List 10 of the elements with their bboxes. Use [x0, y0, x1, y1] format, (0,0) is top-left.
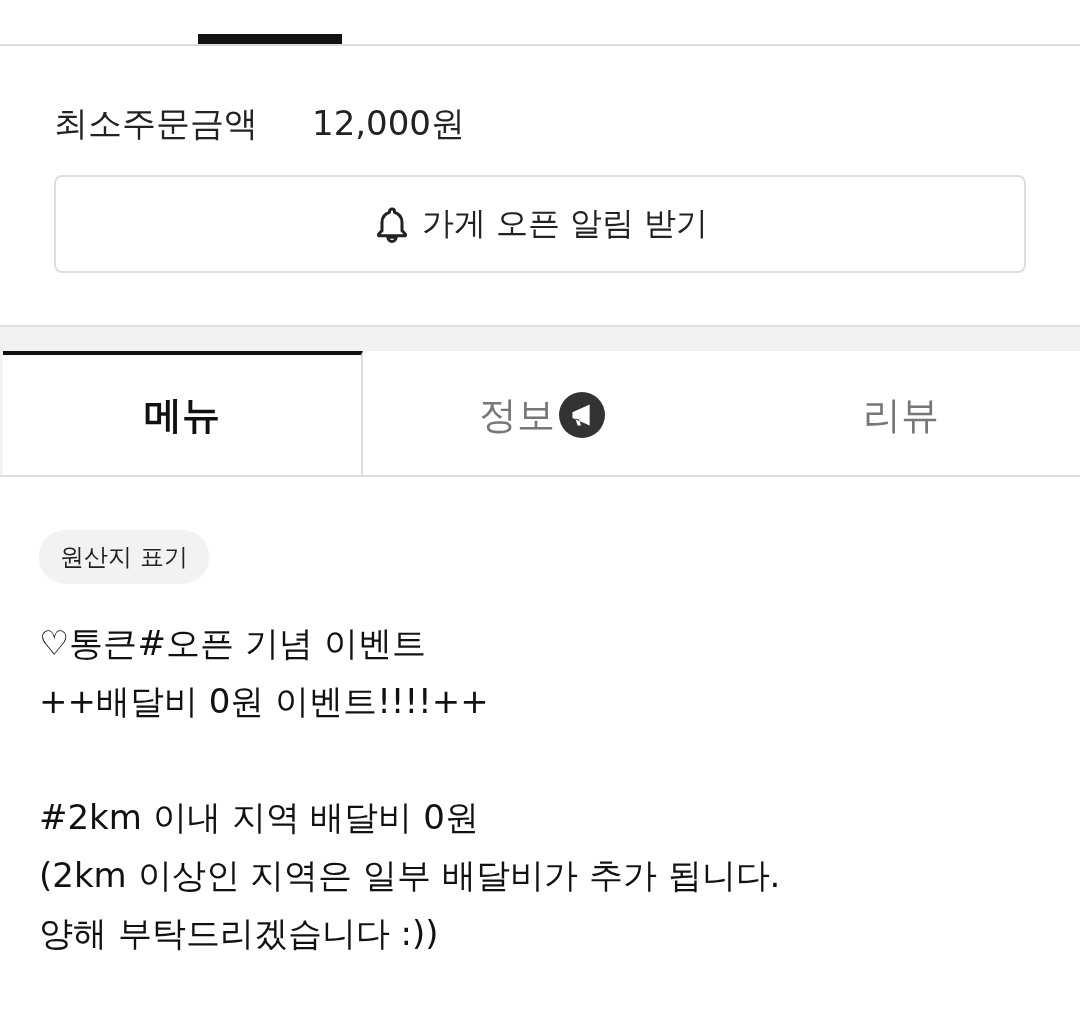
tab[interactable]: 메뉴 — [3, 351, 364, 475]
tab-indicator[interactable] — [198, 34, 342, 44]
min-order-label: 최소주문금액 — [54, 102, 258, 145]
notice-text: ♡통큰#오픈 기념 이벤트 ++배달비 0원 이벤트!!!!++ #2km 이내 지역 배달비 0원 (2km 이상인 지역은 일부 배달비가 추가 됩니다. 양해 부탁드리겠습니다 :)) — [39, 622, 782, 955]
min-order-value: 12,000원 — [312, 102, 465, 145]
store-open-alert-button[interactable]: 가게 오픈 알림 받기 — [54, 175, 1026, 273]
megaphone-icon — [559, 392, 606, 438]
tab[interactable]: 정보 — [363, 351, 722, 475]
tab[interactable]: 리뷰 — [721, 351, 1080, 475]
origin-label-chip[interactable]: 원산지 표기 — [39, 530, 209, 584]
